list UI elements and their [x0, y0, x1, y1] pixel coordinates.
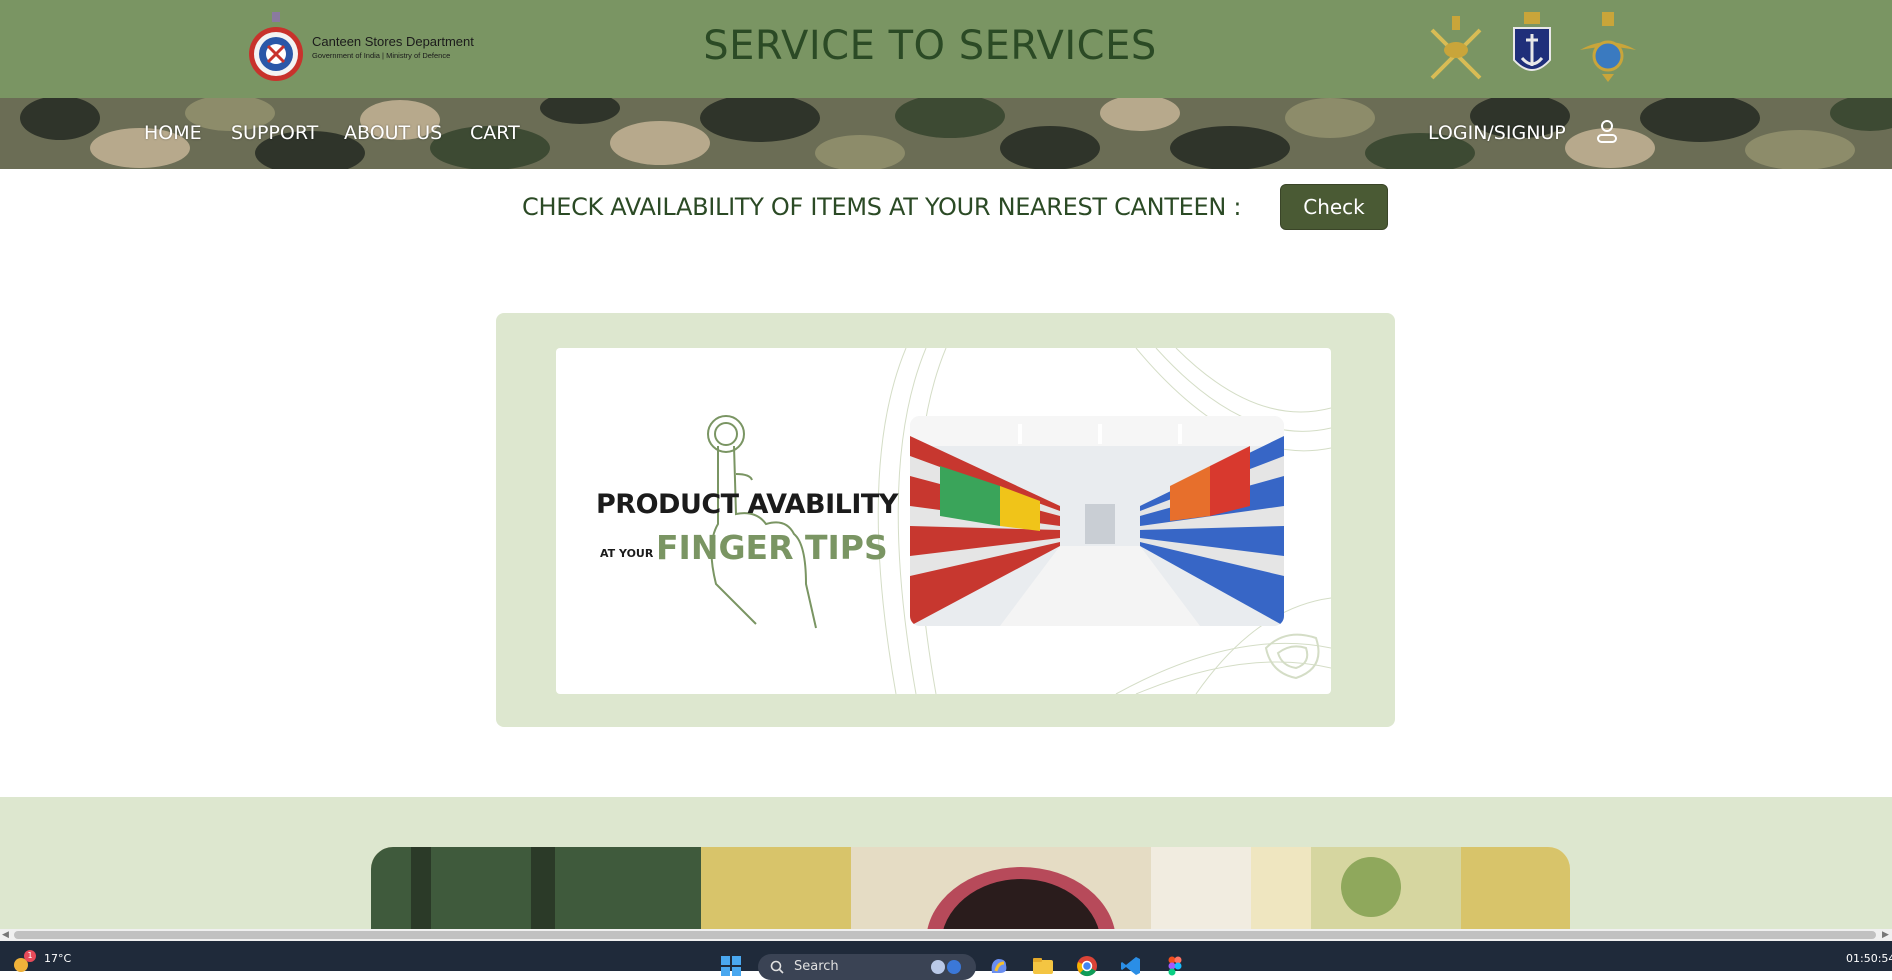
nav-home[interactable]: HOME — [144, 120, 202, 146]
banner-frame: PRODUCT AVABILITY AT YOUR FINGER TIPS — [496, 313, 1395, 727]
nav-cart[interactable]: CART — [470, 120, 520, 146]
user-icon[interactable] — [1594, 116, 1620, 146]
banner-heading: PRODUCT AVABILITY — [596, 489, 898, 520]
vscode-icon[interactable] — [1120, 955, 1142, 977]
windows-start-icon[interactable] — [720, 955, 742, 977]
chrome-icon[interactable] — [1076, 955, 1098, 977]
scroll-left-icon[interactable]: ◀ — [2, 929, 9, 941]
org-name: Canteen Stores Department — [312, 34, 474, 49]
product-availability-banner[interactable]: PRODUCT AVABILITY AT YOUR FINGER TIPS — [556, 348, 1331, 694]
supermarket-aisle-image — [910, 416, 1284, 626]
clock: 01:50:54 — [1846, 952, 1892, 965]
lower-section — [0, 797, 1892, 937]
nav-support[interactable]: SUPPORT — [231, 120, 318, 146]
search-icon — [770, 960, 784, 974]
taskbar: 1 17°C Search 01:50:54 — [0, 941, 1892, 980]
promo-image — [371, 847, 1570, 937]
scrollbar-thumb[interactable] — [14, 931, 1876, 939]
site-title: SERVICE TO SERVICES — [703, 23, 1157, 69]
search-label: Search — [794, 959, 839, 974]
notification-badge: 1 — [24, 950, 36, 962]
banner-at-your: AT YOUR — [600, 547, 654, 560]
finger-tap-icon — [707, 415, 817, 629]
navy-emblem-icon — [1513, 12, 1551, 71]
csd-logo[interactable]: Canteen Stores Department Government of … — [246, 10, 474, 86]
org-subtitle: Government of India | Ministry of Defenc… — [312, 51, 451, 60]
check-button[interactable]: Check — [1280, 184, 1388, 230]
scroll-right-icon[interactable]: ▶ — [1882, 929, 1889, 941]
airforce-emblem-icon — [1580, 12, 1636, 82]
weather-temp: 17°C — [44, 952, 72, 965]
horizontal-scrollbar[interactable]: ◀ ▶ — [0, 929, 1892, 941]
nav-about-us[interactable]: ABOUT US — [344, 120, 442, 146]
logo-text: Canteen Stores Department Government of … — [312, 34, 474, 62]
file-explorer-icon[interactable] — [1032, 955, 1054, 977]
csd-emblem-icon — [249, 12, 303, 81]
banner-highlight: FINGER TIPS — [656, 528, 888, 567]
army-emblem-icon — [1430, 16, 1482, 80]
availability-text: CHECK AVAILABILITY OF ITEMS AT YOUR NEAR… — [522, 193, 1242, 221]
forces-emblems — [1424, 10, 1652, 86]
search-highlight-icon — [931, 960, 961, 974]
availability-bar: CHECK AVAILABILITY OF ITEMS AT YOUR NEAR… — [0, 182, 1892, 232]
figma-icon[interactable] — [1164, 955, 1186, 977]
login-signup-link[interactable]: LOGIN/SIGNUP — [1428, 120, 1566, 146]
top-header: Canteen Stores Department Government of … — [0, 0, 1892, 98]
copilot-icon[interactable] — [988, 955, 1010, 977]
taskbar-search[interactable]: Search — [758, 954, 976, 980]
